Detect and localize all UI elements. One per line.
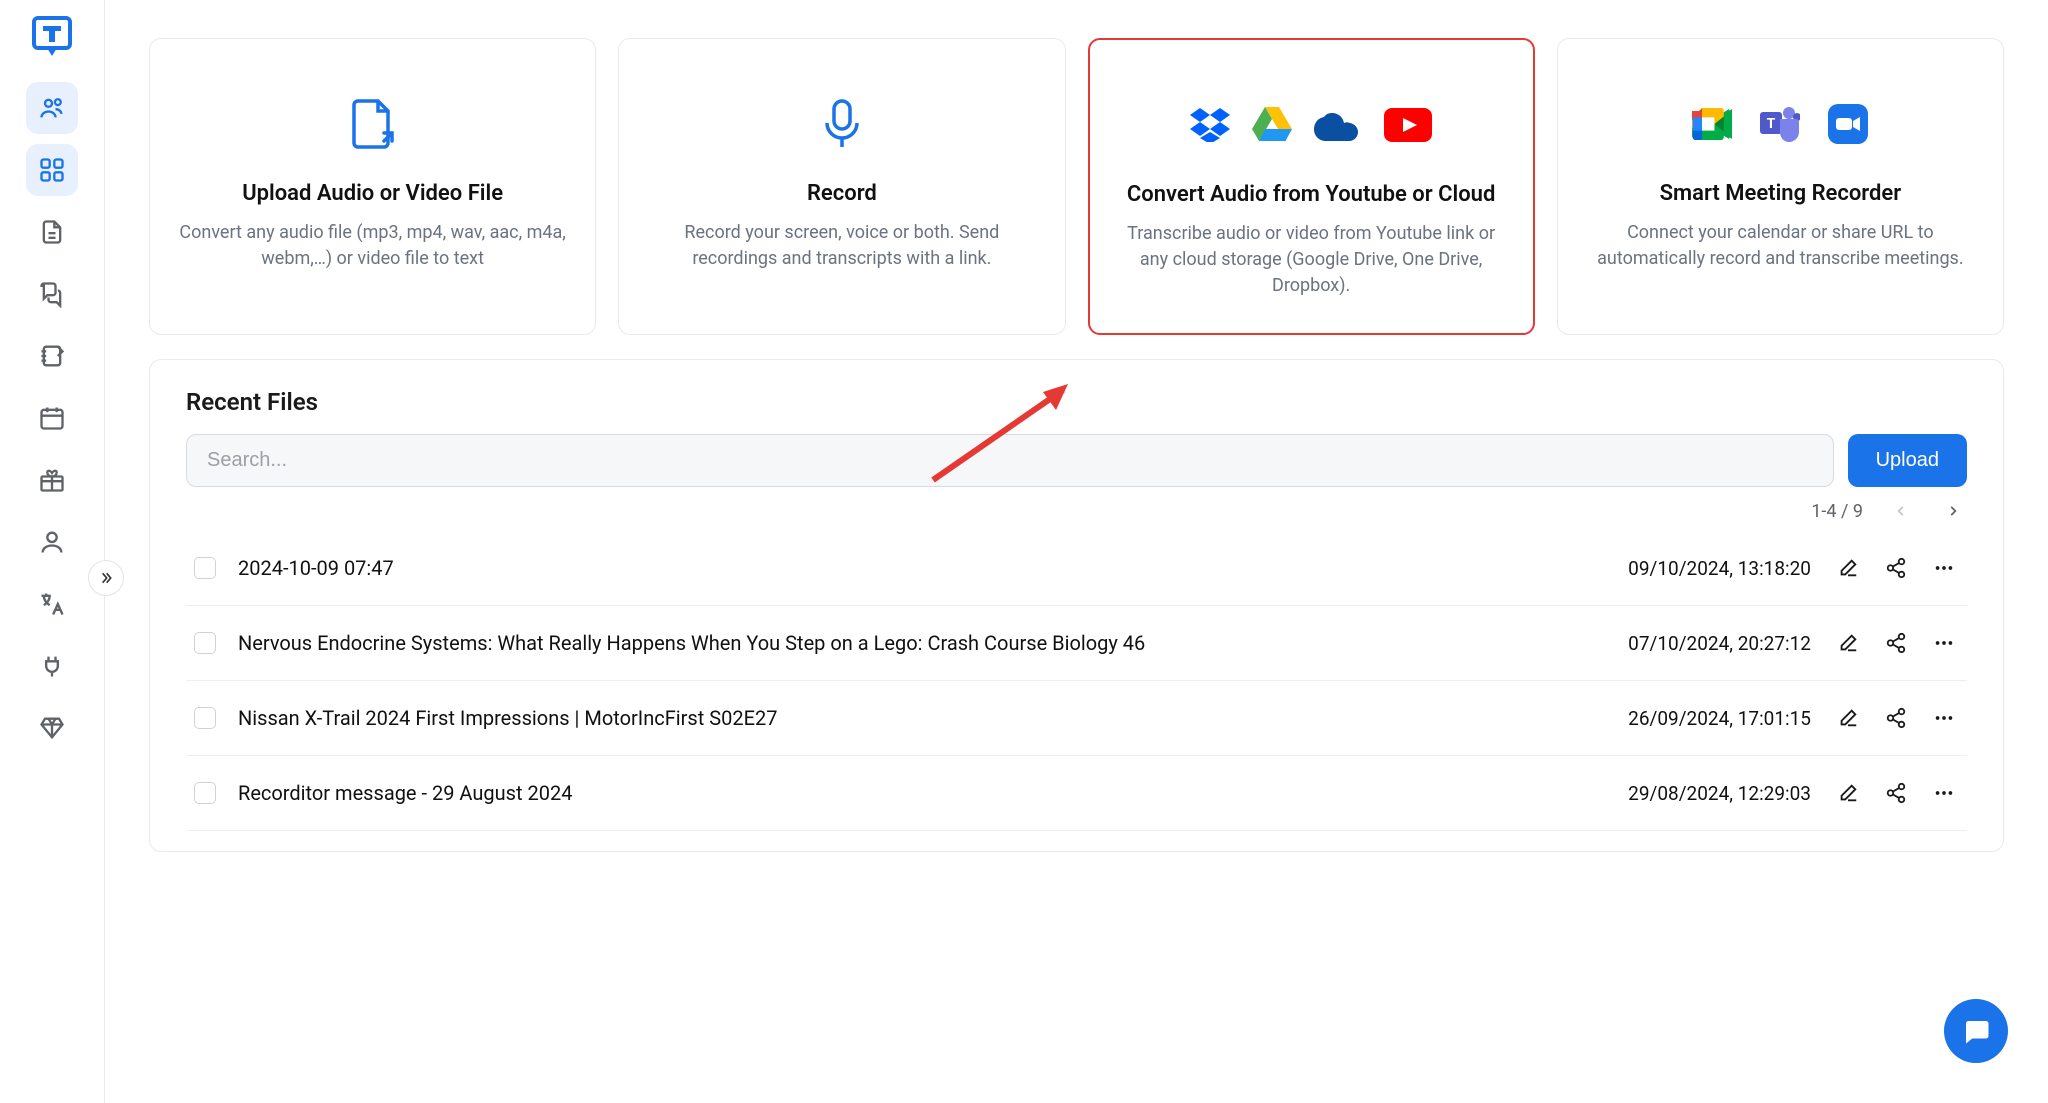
sidebar-expand-button[interactable] bbox=[88, 560, 124, 596]
more-icon[interactable] bbox=[1929, 703, 1959, 733]
share-icon[interactable] bbox=[1881, 628, 1911, 658]
edit-icon[interactable] bbox=[1833, 778, 1863, 808]
share-icon[interactable] bbox=[1881, 778, 1911, 808]
pager-prev-button[interactable] bbox=[1887, 497, 1915, 525]
file-checkbox[interactable] bbox=[194, 632, 216, 654]
more-icon[interactable] bbox=[1929, 628, 1959, 658]
file-row[interactable]: 2024-10-09 07:47 09/10/2024, 13:18:20 bbox=[186, 531, 1967, 606]
file-name: Nissan X-Trail 2024 First Impressions | … bbox=[238, 706, 1539, 730]
file-row[interactable]: Nissan X-Trail 2024 First Impressions | … bbox=[186, 681, 1967, 756]
sidebar bbox=[0, 0, 105, 1103]
card-upload-file[interactable]: Upload Audio or Video File Convert any a… bbox=[149, 38, 596, 335]
more-icon[interactable] bbox=[1929, 553, 1959, 583]
notebook-icon[interactable] bbox=[26, 330, 78, 382]
onedrive-icon bbox=[1314, 109, 1362, 141]
file-date: 07/10/2024, 20:27:12 bbox=[1561, 632, 1811, 655]
gem-icon[interactable] bbox=[26, 702, 78, 754]
dashboard-icon[interactable] bbox=[26, 144, 78, 196]
recent-files-panel: Recent Files Upload 1-4 / 9 2024-10-09 0… bbox=[149, 359, 2004, 852]
card-convert-cloud[interactable]: Convert Audio from Youtube or Cloud Tran… bbox=[1088, 38, 1535, 335]
file-upload-icon bbox=[348, 97, 398, 151]
card-desc: Convert any audio file (mp3, mp4, wav, a… bbox=[178, 220, 567, 272]
search-input[interactable] bbox=[186, 434, 1834, 487]
upload-button[interactable]: Upload bbox=[1848, 434, 1967, 487]
card-desc: Transcribe audio or video from Youtube l… bbox=[1118, 221, 1505, 299]
calendar-icon[interactable] bbox=[26, 392, 78, 444]
google-drive-icon bbox=[1252, 107, 1292, 143]
card-record[interactable]: Record Record your screen, voice or both… bbox=[618, 38, 1065, 335]
chat-icon[interactable] bbox=[26, 268, 78, 320]
action-cards-row: Upload Audio or Video File Convert any a… bbox=[149, 38, 2004, 335]
card-smart-meeting[interactable]: T Smart Meeting Recorder Connect your ca… bbox=[1557, 38, 2004, 335]
edit-icon[interactable] bbox=[1833, 628, 1863, 658]
card-desc: Record your screen, voice or both. Send … bbox=[647, 220, 1036, 272]
more-icon[interactable] bbox=[1929, 778, 1959, 808]
dropbox-icon bbox=[1190, 108, 1230, 142]
youtube-icon bbox=[1384, 108, 1432, 142]
translate-icon[interactable] bbox=[26, 578, 78, 630]
card-title: Smart Meeting Recorder bbox=[1660, 181, 1902, 206]
svg-text:T: T bbox=[1767, 116, 1776, 132]
share-icon[interactable] bbox=[1881, 703, 1911, 733]
card-title: Upload Audio or Video File bbox=[242, 181, 503, 206]
zoom-icon bbox=[1828, 104, 1868, 144]
plug-icon[interactable] bbox=[26, 640, 78, 692]
file-checkbox[interactable] bbox=[194, 557, 216, 579]
pager-range: 1-4 / 9 bbox=[1811, 501, 1863, 522]
profile-icon[interactable] bbox=[26, 516, 78, 568]
file-list: 2024-10-09 07:47 09/10/2024, 13:18:20 Ne… bbox=[186, 531, 1967, 831]
document-icon[interactable] bbox=[26, 206, 78, 258]
google-meet-icon bbox=[1692, 107, 1732, 141]
file-checkbox[interactable] bbox=[194, 707, 216, 729]
edit-icon[interactable] bbox=[1833, 703, 1863, 733]
edit-icon[interactable] bbox=[1833, 553, 1863, 583]
main-content: Upload Audio or Video File Convert any a… bbox=[105, 0, 2048, 1103]
card-title: Record bbox=[807, 181, 877, 206]
file-name: Recorditor message - 29 August 2024 bbox=[238, 781, 1539, 805]
pager-next-button[interactable] bbox=[1939, 497, 1967, 525]
file-name: 2024-10-09 07:47 bbox=[238, 556, 1539, 580]
file-date: 09/10/2024, 13:18:20 bbox=[1561, 557, 1811, 580]
card-title: Convert Audio from Youtube or Cloud bbox=[1127, 182, 1495, 207]
file-row[interactable]: Recorditor message - 29 August 2024 29/0… bbox=[186, 756, 1967, 831]
file-name: Nervous Endocrine Systems: What Really H… bbox=[238, 631, 1539, 655]
pager: 1-4 / 9 bbox=[186, 497, 1967, 525]
logo[interactable] bbox=[28, 12, 76, 60]
file-date: 26/09/2024, 17:01:15 bbox=[1561, 707, 1811, 730]
card-desc: Connect your calendar or share URL to au… bbox=[1586, 220, 1975, 272]
chat-support-button[interactable] bbox=[1944, 999, 2008, 1063]
microsoft-teams-icon: T bbox=[1760, 104, 1800, 144]
recent-files-title: Recent Files bbox=[186, 388, 1967, 416]
microphone-icon bbox=[821, 97, 863, 151]
file-row[interactable]: Nervous Endocrine Systems: What Really H… bbox=[186, 606, 1967, 681]
gift-icon[interactable] bbox=[26, 454, 78, 506]
people-icon[interactable] bbox=[26, 82, 78, 134]
file-checkbox[interactable] bbox=[194, 782, 216, 804]
file-date: 29/08/2024, 12:29:03 bbox=[1561, 782, 1811, 805]
share-icon[interactable] bbox=[1881, 553, 1911, 583]
